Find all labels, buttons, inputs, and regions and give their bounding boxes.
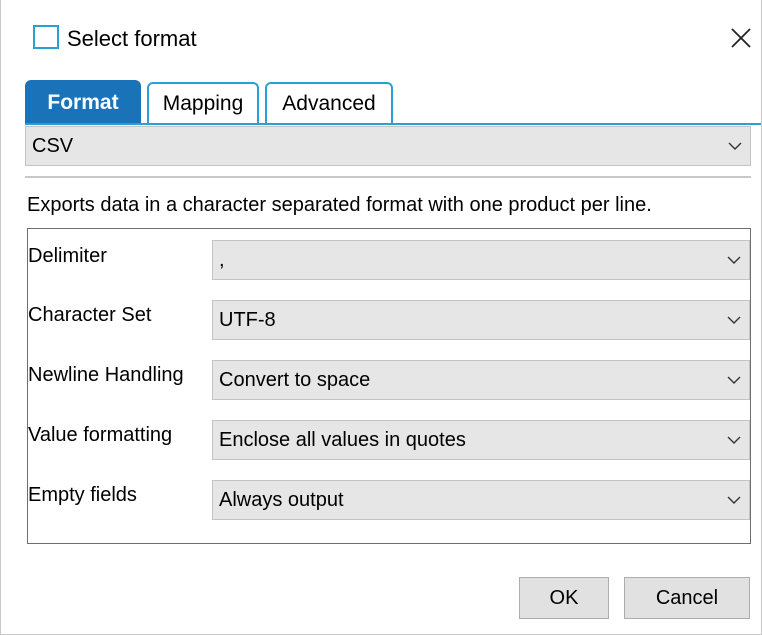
format-dropdown-value: CSV xyxy=(32,134,74,157)
delimiter-label: Delimiter xyxy=(28,245,107,267)
character-set-label: Character Set xyxy=(28,304,152,326)
tab-underline xyxy=(25,123,761,125)
character-set-value: UTF-8 xyxy=(219,308,276,331)
newline-handling-label: Newline Handling xyxy=(28,364,184,386)
tab-mapping[interactable]: Mapping xyxy=(147,82,259,124)
divider xyxy=(25,176,751,178)
select-format-dialog: Select format Format Mapping Advanced CS… xyxy=(0,0,762,635)
chevron-down-icon xyxy=(719,421,749,459)
tab-format[interactable]: Format xyxy=(25,80,141,124)
delimiter-value: , xyxy=(219,248,225,271)
tab-advanced[interactable]: Advanced xyxy=(265,82,393,124)
title-bar: Select format xyxy=(1,0,761,80)
newline-handling-value: Convert to space xyxy=(219,368,371,391)
empty-fields-value: Always output xyxy=(219,488,344,511)
window-icon xyxy=(33,25,59,49)
chevron-down-icon xyxy=(720,127,750,165)
character-set-dropdown[interactable]: UTF-8 xyxy=(212,300,750,340)
chevron-down-icon xyxy=(719,301,749,339)
ok-button[interactable]: OK xyxy=(519,577,609,619)
delimiter-dropdown[interactable]: , xyxy=(212,240,750,280)
format-dropdown[interactable]: CSV xyxy=(25,126,751,166)
chevron-down-icon xyxy=(719,241,749,279)
value-formatting-label: Value formatting xyxy=(28,424,173,446)
close-icon xyxy=(731,28,751,48)
chevron-down-icon xyxy=(719,481,749,519)
empty-fields-dropdown[interactable]: Always output xyxy=(212,480,750,520)
newline-handling-dropdown[interactable]: Convert to space xyxy=(212,360,750,400)
value-formatting-value: Enclose all values in quotes xyxy=(219,428,466,451)
dialog-title: Select format xyxy=(67,26,197,51)
empty-fields-label: Empty fields xyxy=(28,484,137,506)
value-formatting-dropdown[interactable]: Enclose all values in quotes xyxy=(212,420,750,460)
chevron-down-icon xyxy=(719,361,749,399)
format-description: Exports data in a character separated fo… xyxy=(27,194,652,216)
format-options-panel: Delimiter , Character Set UTF-8 Newline … xyxy=(27,228,751,544)
cancel-button[interactable]: Cancel xyxy=(624,577,750,619)
close-button[interactable] xyxy=(723,20,759,56)
tab-bar: Format Mapping Advanced xyxy=(25,80,761,124)
